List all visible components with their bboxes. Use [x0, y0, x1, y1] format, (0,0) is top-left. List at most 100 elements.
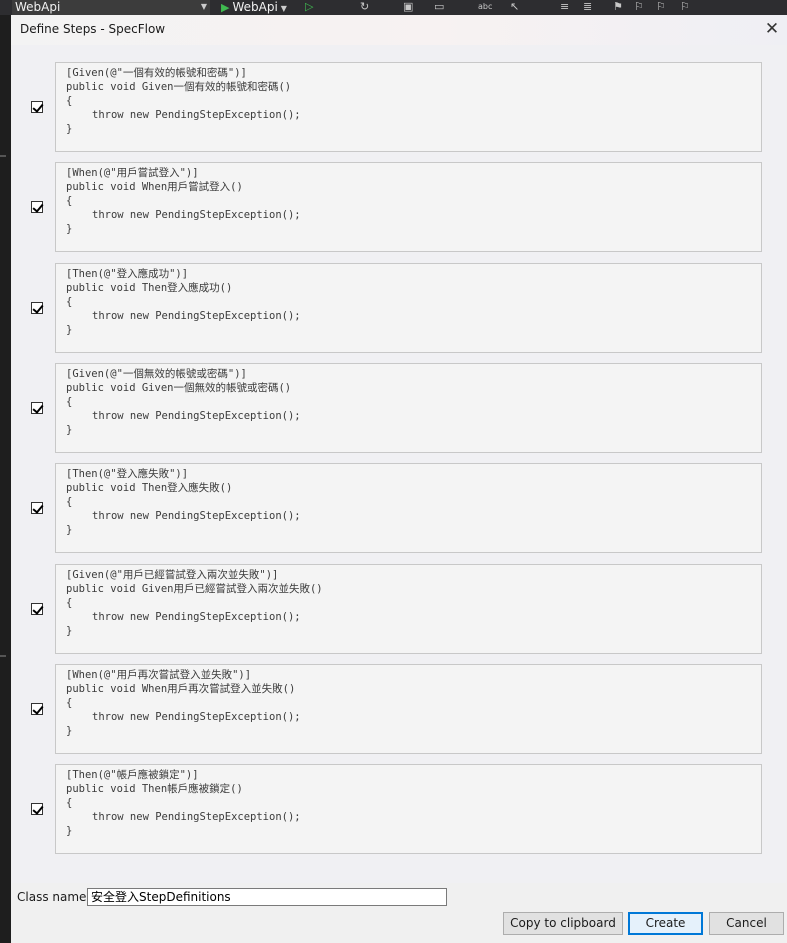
- refresh-icon[interactable]: ↻: [360, 1, 369, 13]
- checkmark-icon: [32, 803, 44, 815]
- close-icon: ✕: [764, 19, 780, 39]
- pointer-icon[interactable]: ↖: [510, 1, 519, 13]
- dialog-titlebar: Define Steps - SpecFlow ✕: [11, 15, 787, 45]
- step-code-textbox[interactable]: [Given(@"一個有效的帳號和密碼")] public void Given一…: [55, 62, 762, 152]
- step-checkbox[interactable]: [31, 402, 44, 414]
- bookmark-icon[interactable]: ⚑: [613, 1, 623, 13]
- folder-icon[interactable]: ▣: [403, 1, 413, 13]
- step-signature-line: public void Given用戶已經嘗試登入兩次並失敗(): [66, 583, 323, 596]
- step-body-line: throw new PendingStepException();: [92, 109, 301, 122]
- window-icon[interactable]: ▭: [434, 1, 444, 13]
- step-row: [Then(@"登入應失敗")] public void Then登入應失敗(){…: [12, 463, 786, 553]
- step-signature-line: public void Then帳戶應被鎖定(): [66, 783, 243, 796]
- step-code-textbox[interactable]: [When(@"用戶再次嘗試登入並失敗")] public void When用戶…: [55, 664, 762, 754]
- step-checkbox[interactable]: [31, 502, 44, 514]
- step-open-brace: {: [66, 597, 73, 610]
- step-close-brace: }: [66, 524, 73, 537]
- checkmark-icon: [32, 201, 44, 213]
- checkmark-icon: [32, 302, 44, 314]
- step-attribute-line: [Then(@"帳戶應被鎖定")]: [66, 769, 199, 781]
- step-attribute-line: [Given(@"一個有效的帳號和密碼")]: [66, 67, 247, 79]
- step-code-textbox[interactable]: [Then(@"帳戶應被鎖定")] public void Then帳戶應被鎖定(…: [55, 764, 762, 854]
- ide-toolbar: WebApi ▼ ▶ WebApi ▼ ▷ ↻ ▣ ▭ abc ↖ ≡ ≣ ⚑ ⚐ …: [0, 0, 787, 15]
- step-code-textbox[interactable]: [Then(@"登入應成功")] public void Then登入應成功(){…: [55, 263, 762, 353]
- step-signature-line: public void Then登入應成功(): [66, 282, 233, 295]
- step-close-brace: }: [66, 424, 73, 437]
- step-code-textbox[interactable]: [When(@"用戶嘗試登入")] public void When用戶嘗試登入(…: [55, 162, 762, 252]
- step-attribute-line: [Given(@"用戶已經嘗試登入兩次並失敗")]: [66, 569, 279, 581]
- step-open-brace: {: [66, 195, 73, 208]
- step-close-brace: }: [66, 625, 73, 638]
- dialog-footer: Class name: 安全登入StepDefinitions Copy to …: [11, 883, 787, 943]
- checkmark-icon: [32, 703, 44, 715]
- step-code-textbox[interactable]: [Then(@"登入應失敗")] public void Then登入應失敗(){…: [55, 463, 762, 553]
- ide-side-edge: [0, 15, 11, 943]
- step-attribute-line: [When(@"用戶嘗試登入")]: [66, 167, 199, 179]
- class-name-label: Class name:: [17, 890, 91, 904]
- step-row: [Given(@"用戶已經嘗試登入兩次並失敗")] public void Giv…: [12, 564, 786, 654]
- step-body-line: throw new PendingStepException();: [92, 811, 301, 824]
- start-without-debugging-icon[interactable]: ▷: [305, 1, 313, 13]
- run-button[interactable]: ▶ WebApi ▼: [221, 0, 287, 15]
- step-body-line: throw new PendingStepException();: [92, 711, 301, 724]
- step-body-line: throw new PendingStepException();: [92, 510, 301, 523]
- dialog-title: Define Steps - SpecFlow: [20, 22, 166, 36]
- step-open-brace: {: [66, 697, 73, 710]
- checkmark-icon: [32, 101, 44, 113]
- step-signature-line: public void Given一個無效的帳號或密碼(): [66, 382, 292, 395]
- step-close-brace: }: [66, 825, 73, 838]
- step-checkbox[interactable]: [31, 302, 44, 314]
- step-row: [When(@"用戶嘗試登入")] public void When用戶嘗試登入(…: [12, 162, 786, 252]
- step-signature-line: public void Then登入應失敗(): [66, 482, 233, 495]
- step-checkbox[interactable]: [31, 201, 44, 213]
- play-icon: ▶: [221, 1, 230, 14]
- class-name-input[interactable]: 安全登入StepDefinitions: [87, 888, 447, 906]
- step-signature-line: public void When用戶再次嘗試登入並失敗(): [66, 683, 296, 696]
- step-signature-line: public void When用戶嘗試登入(): [66, 181, 243, 194]
- step-close-brace: }: [66, 324, 73, 337]
- step-attribute-line: [Then(@"登入應失敗")]: [66, 468, 189, 480]
- step-code-textbox[interactable]: [Given(@"一個無效的帳號或密碼")] public void Given一…: [55, 363, 762, 453]
- comment-icon[interactable]: ≡: [560, 1, 569, 13]
- steps-list[interactable]: [Given(@"一個有效的帳號和密碼")] public void Given一…: [12, 45, 786, 883]
- bookmark-clear-icon[interactable]: ⚐: [680, 1, 690, 13]
- step-attribute-line: [When(@"用戶再次嘗試登入並失敗")]: [66, 669, 252, 681]
- step-checkbox[interactable]: [31, 803, 44, 815]
- step-open-brace: {: [66, 797, 73, 810]
- step-signature-line: public void Given一個有效的帳號和密碼(): [66, 81, 292, 94]
- uncomment-icon[interactable]: ≣: [583, 1, 592, 13]
- step-body-line: throw new PendingStepException();: [92, 310, 301, 323]
- startup-project-label: WebApi: [15, 0, 61, 14]
- step-row: [Then(@"登入應成功")] public void Then登入應成功(){…: [12, 263, 786, 353]
- step-open-brace: {: [66, 296, 73, 309]
- step-checkbox[interactable]: [31, 101, 44, 113]
- step-row: [Given(@"一個無效的帳號或密碼")] public void Given一…: [12, 363, 786, 453]
- step-checkbox[interactable]: [31, 603, 44, 615]
- bookmark-next-icon[interactable]: ⚐: [656, 1, 666, 13]
- step-checkbox[interactable]: [31, 703, 44, 715]
- step-body-line: throw new PendingStepException();: [92, 410, 301, 423]
- checkmark-icon: [32, 402, 44, 414]
- create-button[interactable]: Create: [628, 912, 703, 935]
- chevron-down-icon: ▼: [200, 2, 207, 11]
- step-body-line: throw new PendingStepException();: [92, 209, 301, 222]
- step-attribute-line: [Given(@"一個無效的帳號或密碼")]: [66, 368, 247, 380]
- step-open-brace: {: [66, 496, 73, 509]
- step-code-textbox[interactable]: [Given(@"用戶已經嘗試登入兩次並失敗")] public void Giv…: [55, 564, 762, 654]
- cancel-button[interactable]: Cancel: [709, 912, 784, 935]
- startup-project-dropdown[interactable]: WebApi ▼: [12, 0, 210, 15]
- checkmark-icon: [32, 502, 44, 514]
- step-row: [When(@"用戶再次嘗試登入並失敗")] public void When用戶…: [12, 664, 786, 754]
- step-open-brace: {: [66, 396, 73, 409]
- close-button[interactable]: ✕: [757, 15, 787, 45]
- step-attribute-line: [Then(@"登入應成功")]: [66, 268, 189, 280]
- spellcheck-icon[interactable]: abc: [478, 1, 492, 13]
- copy-to-clipboard-button[interactable]: Copy to clipboard: [503, 912, 623, 935]
- step-body-line: throw new PendingStepException();: [92, 611, 301, 624]
- step-row: [Given(@"一個有效的帳號和密碼")] public void Given一…: [12, 62, 786, 152]
- step-row: [Then(@"帳戶應被鎖定")] public void Then帳戶應被鎖定(…: [12, 764, 786, 854]
- bookmark-prev-icon[interactable]: ⚐: [634, 1, 644, 13]
- checkmark-icon: [32, 603, 44, 615]
- step-close-brace: }: [66, 223, 73, 236]
- step-open-brace: {: [66, 95, 73, 108]
